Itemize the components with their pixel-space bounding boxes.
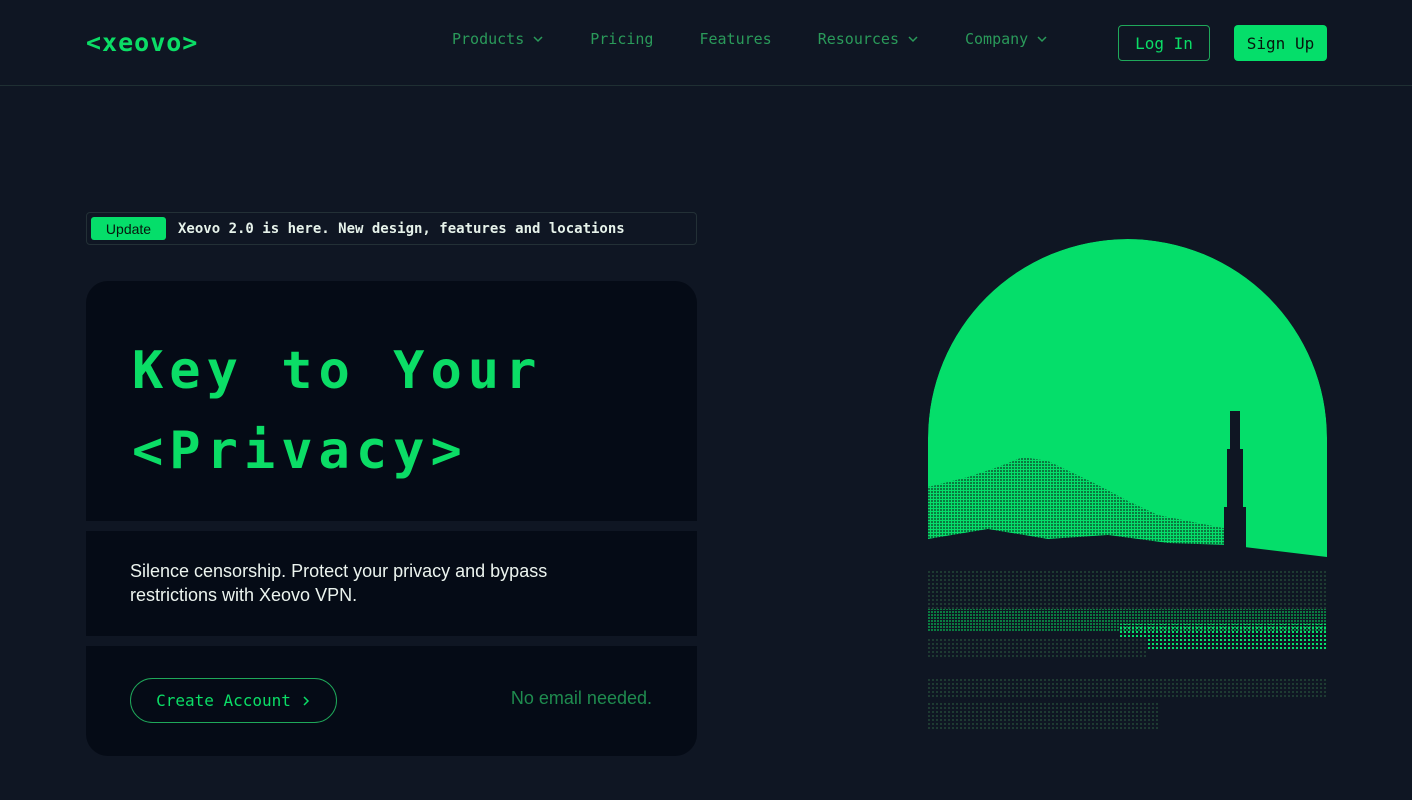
chevron-down-icon	[908, 36, 918, 43]
hero-headline: Key to Your <Privacy>	[132, 331, 542, 491]
signup-button[interactable]: Sign Up	[1234, 25, 1327, 61]
pixel-mountain-arch-illustration	[928, 239, 1327, 731]
nav-item-label: Products	[452, 30, 525, 48]
hero-cta-card: Create Account No email needed.	[86, 646, 697, 756]
update-banner[interactable]: Update Xeovo 2.0 is here. New design, fe…	[86, 212, 697, 245]
hero-description-card: Silence censorship. Protect your privacy…	[86, 531, 697, 636]
update-text: Xeovo 2.0 is here. New design, features …	[178, 220, 625, 237]
chevron-down-icon	[533, 36, 543, 43]
nav-item-pricing[interactable]: Pricing	[590, 30, 653, 48]
site-header: <xeovo> Products Pricing Features Resour…	[0, 0, 1412, 86]
headline-line-2: <Privacy>	[132, 421, 468, 481]
nav-item-products[interactable]: Products	[452, 30, 544, 48]
nav-item-features[interactable]: Features	[699, 30, 771, 48]
nav-item-label: Pricing	[590, 30, 654, 48]
nav-item-label: Company	[965, 30, 1029, 48]
no-email-note: No email needed.	[510, 688, 652, 708]
xeovo-logo[interactable]: <xeovo>	[86, 28, 198, 57]
chevron-down-icon	[1037, 36, 1047, 43]
main-nav: Products Pricing Features Resources Comp…	[452, 30, 1094, 48]
nav-item-label: Features	[699, 30, 772, 48]
create-account-button[interactable]: Create Account	[130, 678, 337, 723]
nav-item-company[interactable]: Company	[965, 30, 1048, 48]
hero-description: Silence censorship. Protect your privacy…	[130, 561, 548, 605]
create-account-label: Create Account	[156, 691, 291, 710]
headline-line-1: Key to Your	[132, 341, 543, 401]
update-badge: Update	[91, 217, 166, 240]
hero-title-card: Key to Your <Privacy>	[86, 281, 697, 521]
nav-item-resources[interactable]: Resources	[818, 30, 919, 48]
login-button[interactable]: Log In	[1118, 25, 1210, 61]
nav-item-label: Resources	[817, 30, 899, 48]
chevron-right-icon	[303, 695, 309, 706]
